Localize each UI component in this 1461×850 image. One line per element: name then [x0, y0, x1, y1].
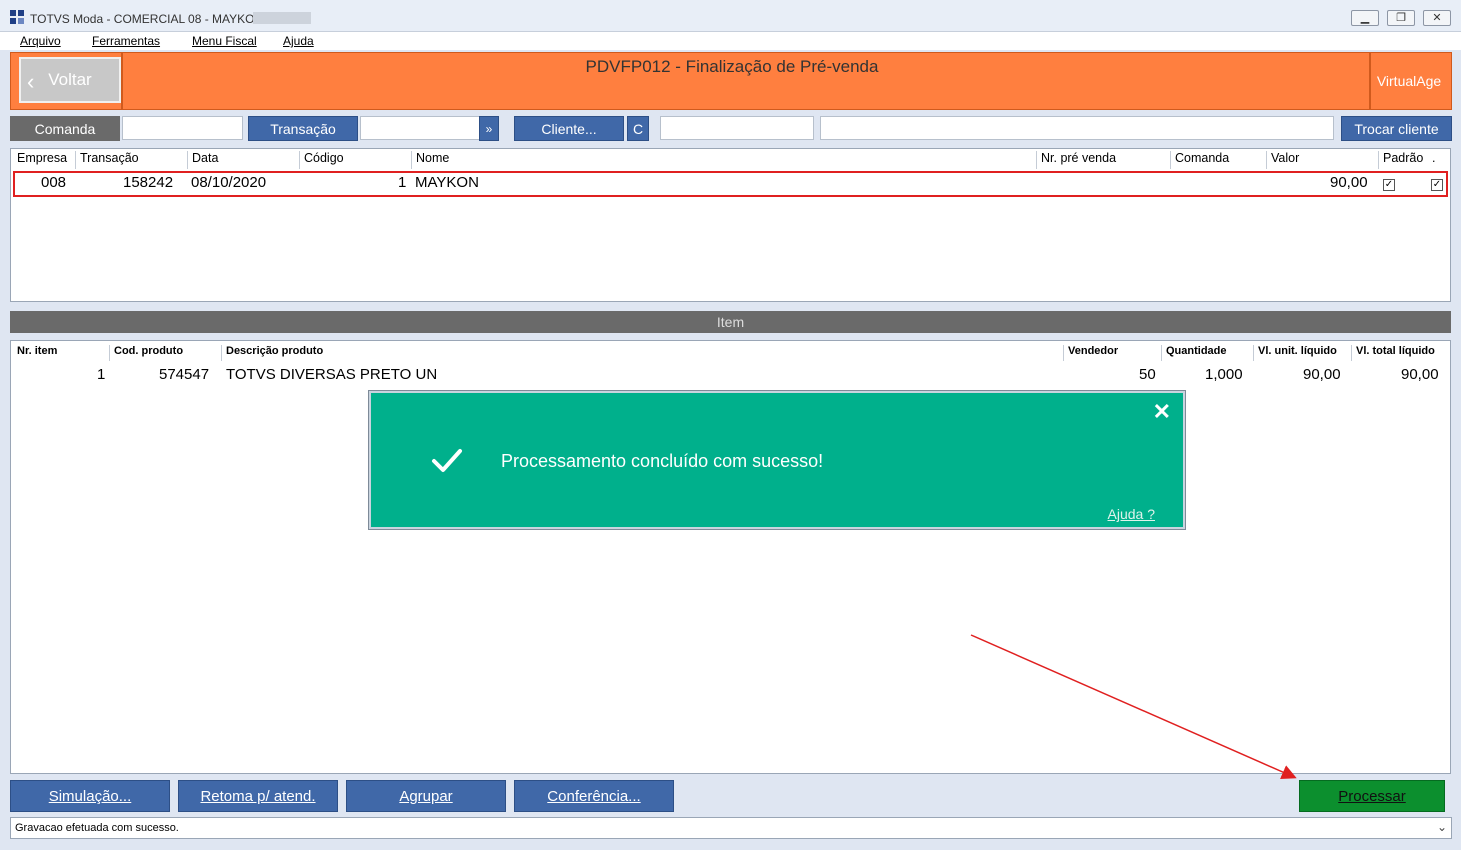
col-nome[interactable]: Nome	[411, 151, 1036, 169]
page-header: ‹ Voltar PDVFP012 - Finalização de Pré-v…	[10, 52, 1452, 110]
cliente-c-button[interactable]: C	[627, 116, 649, 141]
maximize-button[interactable]: ❐	[1387, 10, 1415, 26]
col-vendedor[interactable]: Vendedor	[1063, 345, 1161, 361]
processar-button[interactable]: Processar	[1299, 780, 1445, 812]
window-titlebar: TOTVS Moda - COMERCIAL 08 - MAYKON ▁ ❐ ✕	[0, 0, 1461, 32]
toast-message: Processamento concluído com sucesso!	[501, 451, 824, 471]
cliente-code-input[interactable]	[660, 116, 814, 140]
menu-fiscal[interactable]: Menu Fiscal	[192, 34, 257, 48]
transacao-button[interactable]: Transação	[248, 116, 358, 141]
cliente-name-input[interactable]	[820, 116, 1334, 140]
item-section-title: Item	[10, 311, 1451, 333]
brand-logo[interactable]: VirtualAge	[1369, 53, 1447, 109]
extra-checkbox[interactable]: ✓	[1431, 179, 1443, 191]
col-extra[interactable]: .	[1428, 151, 1448, 169]
padrao-checkbox[interactable]: ✓	[1383, 179, 1395, 191]
cell-vendedor: 50	[1139, 366, 1156, 383]
close-icon[interactable]: ✕	[1153, 399, 1171, 425]
redacted-text	[253, 12, 311, 24]
agrupar-button[interactable]: Agrupar	[346, 780, 506, 812]
filter-bar: Comanda Transação » Cliente... C Trocar …	[10, 116, 1452, 142]
comanda-button[interactable]: Comanda	[10, 116, 120, 141]
transactions-grid: Empresa Transação Data Código Nome Nr. p…	[10, 148, 1451, 302]
retoma-button[interactable]: Retoma p/ atend.	[178, 780, 338, 812]
col-vl-total[interactable]: Vl. total líquido	[1351, 345, 1449, 361]
col-codigo[interactable]: Código	[299, 151, 411, 169]
close-window-button[interactable]: ✕	[1423, 10, 1451, 26]
cell-nome: MAYKON	[415, 174, 479, 191]
success-toast: Processamento concluído com sucesso! ✕ A…	[369, 391, 1185, 529]
col-data[interactable]: Data	[187, 151, 299, 169]
cell-descricao: TOTVS DIVERSAS PRETO UN	[226, 366, 438, 383]
cell-valor: 90,00	[1330, 174, 1368, 191]
menu-arquivo[interactable]: Arquivo	[20, 34, 61, 48]
col-nr-item[interactable]: Nr. item	[13, 345, 109, 361]
window-title: TOTVS Moda - COMERCIAL 08 - MAYKON	[30, 12, 264, 26]
col-comanda[interactable]: Comanda	[1170, 151, 1266, 169]
col-cod-produto[interactable]: Cod. produto	[109, 345, 221, 361]
col-empresa[interactable]: Empresa	[13, 151, 75, 169]
cell-nr-item: 1	[97, 366, 106, 383]
col-padrao[interactable]: Padrão	[1378, 151, 1428, 169]
cell-codigo: 1	[398, 174, 407, 191]
trocar-cliente-button[interactable]: Trocar cliente	[1341, 116, 1452, 141]
comanda-input[interactable]	[122, 116, 243, 140]
cell-data: 08/10/2020	[191, 174, 267, 191]
cell-vl-total: 90,00	[1401, 366, 1439, 383]
checkmark-icon	[432, 449, 462, 472]
col-valor[interactable]: Valor	[1266, 151, 1378, 169]
status-text: Gravacao efetuada com sucesso.	[15, 822, 179, 834]
cell-quantidade: 1,000	[1205, 366, 1243, 383]
col-descricao[interactable]: Descrição produto	[221, 345, 1063, 361]
col-nr-pre-venda[interactable]: Nr. pré venda	[1036, 151, 1170, 169]
menu-ajuda[interactable]: Ajuda	[283, 34, 314, 48]
simulacao-button[interactable]: Simulação...	[10, 780, 170, 812]
menu-ferramentas[interactable]: Ferramentas	[92, 34, 160, 48]
cell-empresa: 008	[41, 174, 67, 191]
minimize-button[interactable]: ▁	[1351, 10, 1379, 26]
page-title: PDVFP012 - Finalização de Pré-venda	[585, 57, 879, 76]
cell-vl-unit: 90,00	[1303, 366, 1341, 383]
app-icon	[10, 10, 24, 24]
cell-cod-produto: 574547	[159, 366, 210, 383]
action-bar: Simulação... Retoma p/ atend. Agrupar Co…	[10, 780, 1452, 812]
cliente-button[interactable]: Cliente...	[514, 116, 624, 141]
status-bar: Gravacao efetuada com sucesso. ⌄	[10, 817, 1452, 839]
col-quantidade[interactable]: Quantidade	[1161, 345, 1253, 361]
menu-bar: Arquivo Ferramentas Menu Fiscal Ajuda	[0, 32, 1461, 50]
conferencia-button[interactable]: Conferência...	[514, 780, 674, 812]
cell-transacao: 158242	[123, 174, 174, 191]
col-transacao[interactable]: Transação	[75, 151, 187, 169]
chevron-down-icon[interactable]: ⌄	[1437, 820, 1447, 834]
search-arrow-button[interactable]: »	[479, 116, 499, 141]
col-vl-unit[interactable]: Vl. unit. líquido	[1253, 345, 1351, 361]
transacao-input[interactable]	[360, 116, 481, 140]
help-link[interactable]: Ajuda ?	[1108, 506, 1155, 522]
